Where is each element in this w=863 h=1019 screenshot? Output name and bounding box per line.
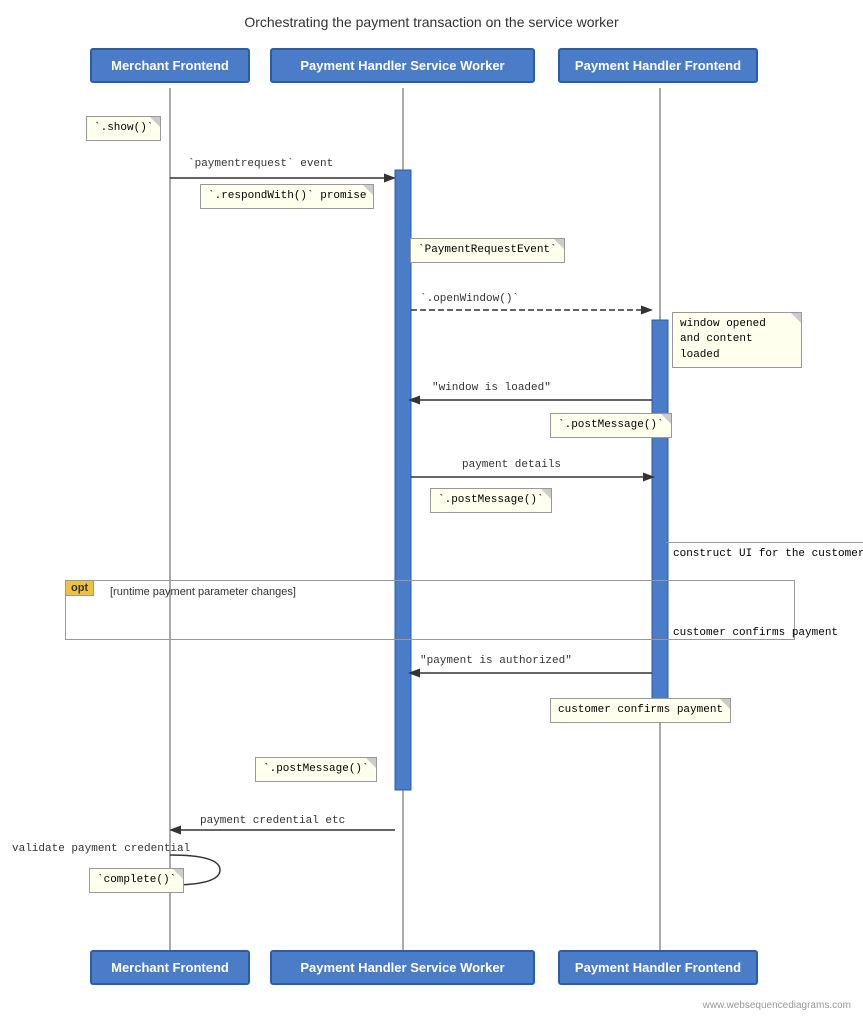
- fragment-label-opt: opt: [65, 580, 94, 596]
- label-paymentrequest-event: `paymentrequest` event: [188, 158, 333, 170]
- label-payment-authorized: "payment is authorized": [420, 655, 572, 667]
- footer-service-worker: Payment Handler Service Worker: [270, 950, 535, 985]
- watermark: www.websequencediagrams.com: [703, 1000, 851, 1011]
- note-payment-request-event: `PaymentRequestEvent`: [410, 238, 565, 263]
- note-window-loaded: window openedand content loaded: [672, 312, 802, 368]
- label-open-window: `.openWindow()`: [420, 293, 519, 305]
- note-complete: `complete()`: [89, 868, 184, 893]
- label-payment-details: payment details: [462, 459, 561, 471]
- header-merchant: Merchant Frontend: [90, 48, 250, 83]
- diagram-title: Orchestrating the payment transaction on…: [0, 0, 863, 40]
- note-postmessage2: `.postMessage()`: [430, 488, 552, 513]
- note-construct-ui: construct UI for the customer: [666, 542, 863, 566]
- label-validate-payment: validate payment credential: [12, 843, 190, 855]
- diagram-container: Orchestrating the payment transaction on…: [0, 0, 863, 1019]
- header-payment-frontend: Payment Handler Frontend: [558, 48, 758, 83]
- footer-payment-frontend: Payment Handler Frontend: [558, 950, 758, 985]
- note-postmessage3: customer confirms payment: [550, 698, 731, 723]
- label-window-is-loaded: "window is loaded": [432, 382, 551, 394]
- fragment-condition: [runtime payment parameter changes]: [110, 586, 296, 598]
- note-postmessage1: `.postMessage()`: [550, 413, 672, 438]
- note-show: `.show()`: [86, 116, 161, 141]
- note-customer-confirms: customer confirms payment: [666, 622, 845, 645]
- header-service-worker: Payment Handler Service Worker: [270, 48, 535, 83]
- note-respondwith: `.respondWith()` promise: [200, 184, 374, 209]
- note-promise-resolves: `.postMessage()`: [255, 757, 377, 782]
- footer-merchant: Merchant Frontend: [90, 950, 250, 985]
- label-payment-credential: payment credential etc: [200, 815, 345, 827]
